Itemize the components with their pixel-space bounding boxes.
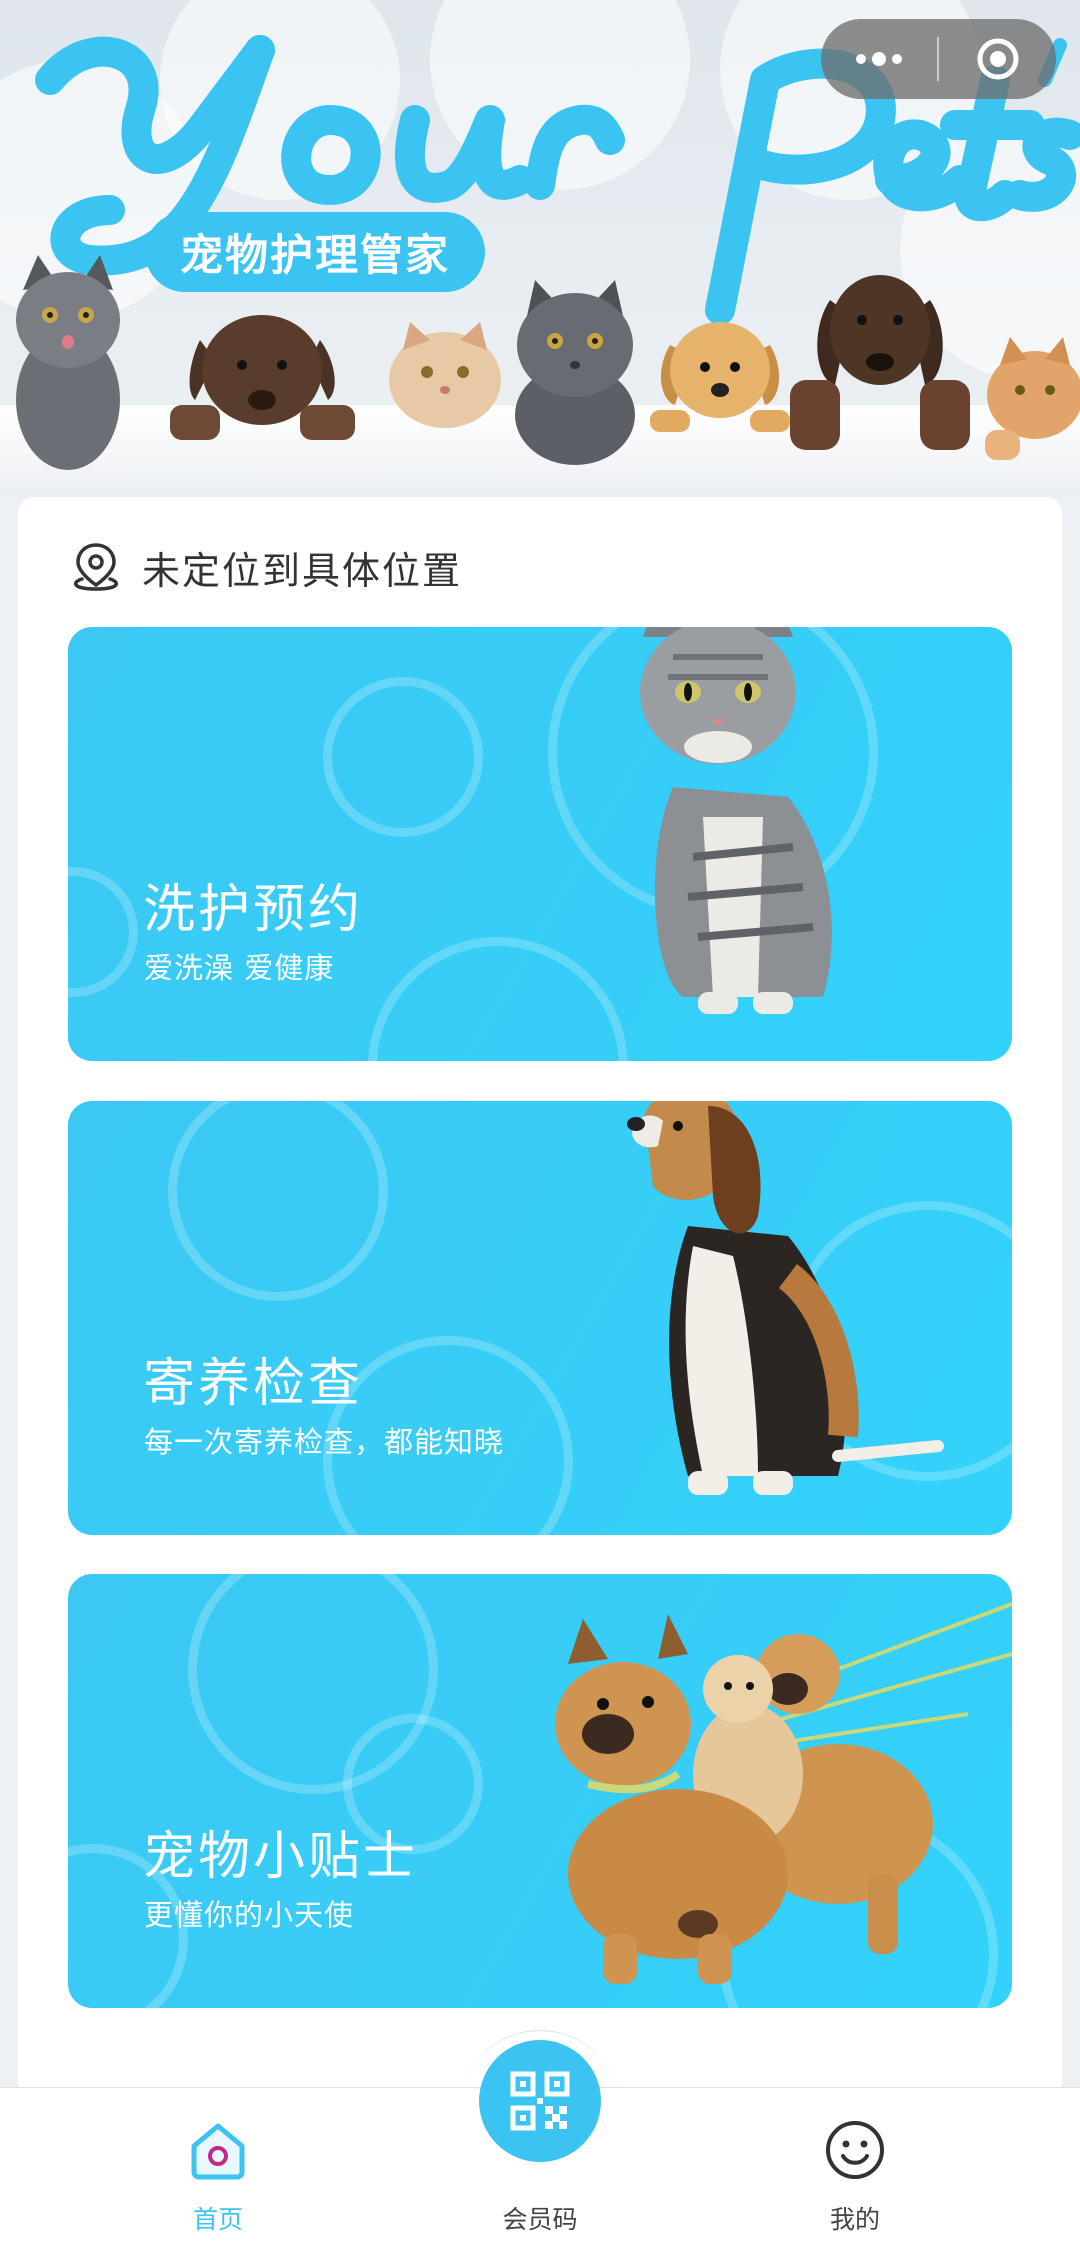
tab-member-code-label: 会员码 — [502, 2205, 578, 2234]
mini-program-capsule — [821, 19, 1056, 99]
location-row[interactable]: 未定位到具体位置 — [68, 537, 462, 597]
close-mini-program-button[interactable] — [939, 19, 1056, 99]
orange-cat-photo — [985, 337, 1080, 460]
service-subtitle: 每一次寄养检查，都能知晓 — [144, 1425, 505, 1459]
kitten-photo — [16, 255, 120, 470]
main-content-card: 未定位到具体位置 洗护预约 爱洗澡 爱健康 寄养检查 每一次寄养检查，都能知晓 … — [18, 497, 1062, 2117]
slogan-badge: 宠物护理管家 — [145, 212, 485, 292]
service-subtitle: 爱洗澡 爱健康 — [144, 951, 335, 985]
decor-ring — [368, 937, 628, 1061]
service-card-grooming[interactable]: 洗护预约 爱洗澡 爱健康 — [68, 627, 1012, 1061]
location-text: 未定位到具体位置 — [142, 548, 463, 593]
location-pin-icon — [73, 543, 119, 591]
home-icon — [191, 2123, 245, 2180]
target-close-icon — [977, 38, 1018, 80]
grey-cat-photo — [515, 280, 635, 465]
header-banner: 宠物护理管家 — [0, 0, 1080, 560]
tab-mine[interactable]: 我的 — [755, 2088, 955, 2249]
more-dots-icon — [856, 52, 902, 66]
dachshund-photo — [790, 275, 970, 450]
decor-ring — [168, 1101, 388, 1301]
service-title: 洗护预约 — [143, 880, 364, 940]
beagle-photo — [627, 1101, 944, 1495]
service-card-tips[interactable]: 宠物小贴士 更懂你的小天使 — [68, 1574, 1012, 2008]
service-card-boarding[interactable]: 寄养检查 每一次寄养检查，都能知晓 — [68, 1101, 1012, 1535]
cat-photo — [640, 627, 832, 1014]
doberman-photo — [170, 315, 355, 440]
qr-code-icon — [510, 2071, 570, 2131]
member-code-button[interactable] — [479, 2040, 601, 2162]
service-subtitle: 更懂你的小天使 — [144, 1898, 355, 1932]
decor-ring — [323, 677, 483, 837]
decor-ring — [68, 867, 138, 997]
persian-cat-photo — [389, 322, 501, 428]
tab-home[interactable]: 首页 — [118, 2088, 318, 2249]
service-title: 宠物小贴士 — [143, 1827, 419, 1887]
dogs-on-leash-photo — [555, 1602, 1012, 1984]
tab-home-label: 首页 — [192, 2205, 243, 2234]
tab-mine-label: 我的 — [829, 2205, 880, 2234]
golden-puppy-photo — [650, 322, 790, 432]
more-menu-button[interactable] — [821, 19, 937, 99]
smiley-face-icon — [826, 2121, 884, 2179]
service-title: 寄养检查 — [143, 1354, 364, 1414]
